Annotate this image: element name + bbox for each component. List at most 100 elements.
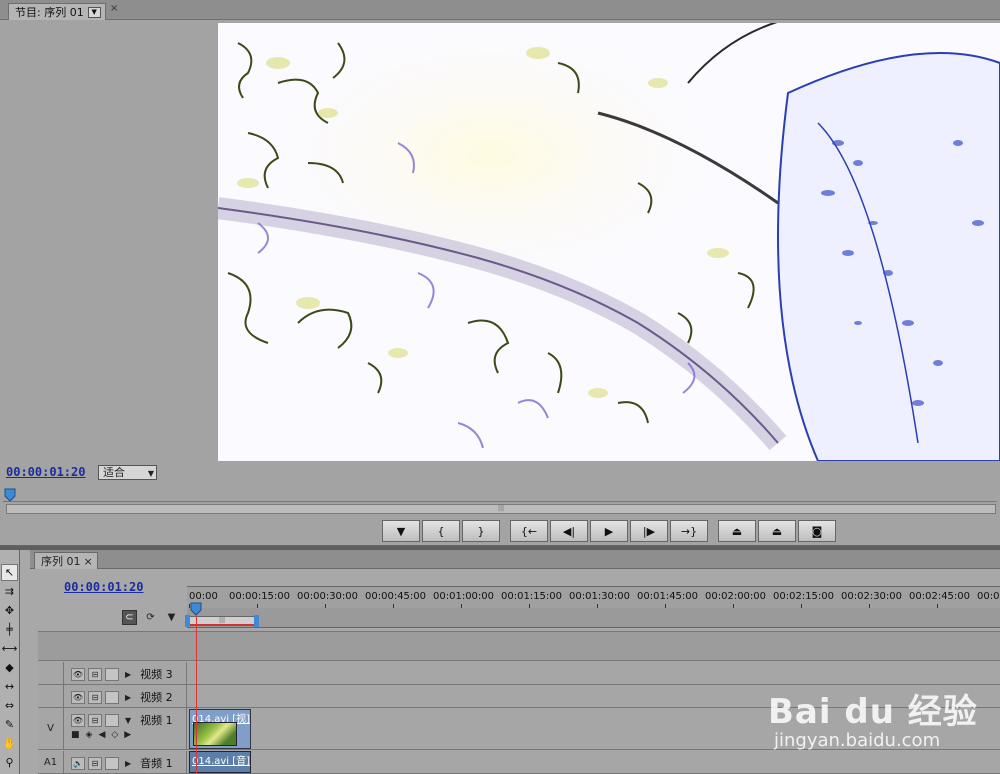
mark-in-button[interactable]: { [422,520,460,542]
ruler-label: 00:01:45:00 [637,591,699,602]
program-monitor-panel: 节目: 序列 01 ▼ × 00:00:01:20 适合 ▼ ||| ▼ {}… [0,0,1000,546]
sync-lock-icon[interactable]: ⊟ [88,667,102,681]
keyframe-controls: ■ ◈ ◀ ◇ ▶ [71,730,131,740]
close-icon[interactable]: × [84,555,93,568]
timeline-timecode[interactable]: 00:00:01:20 [64,580,143,594]
eye-icon[interactable]: 👁 [71,713,85,727]
play-button[interactable]: ▶ [590,520,628,542]
collapse-triangle-icon[interactable]: ▼ [125,716,131,725]
video-clip[interactable]: 014.avi [视] [189,709,251,749]
monitor-time-ruler[interactable] [3,486,997,502]
mark-out-button[interactable]: } [462,520,500,542]
baidu-watermark: Bai du 经验 jingyan.baidu.com [768,662,998,772]
program-video-frame [218,23,1000,461]
track-controls: 🔈 ⊟ ▶ 音频 1 [71,755,173,771]
step-forward-button[interactable]: |▶ [630,520,668,542]
extract-button[interactable]: ⏏ [758,520,796,542]
eye-icon[interactable]: 👁 [71,690,85,704]
ruler-label: 00:01:00:00 [433,591,495,602]
sync-lock-icon[interactable]: ⊟ [88,713,102,727]
ruler-label: 00:00 [189,591,218,602]
rate-stretch-tool-icon[interactable]: ⟷ [1,640,18,657]
timeline-empty-area [38,631,1000,661]
work-area-end-handle[interactable] [254,615,259,627]
go-to-out-button[interactable]: →} [670,520,708,542]
tab-sequence-01[interactable]: 序列 01 × [34,552,98,569]
pen-tool-icon[interactable]: ✎ [1,716,18,733]
tab-program-monitor[interactable]: 节目: 序列 01 ▼ [8,3,106,20]
snap-icon[interactable]: ⊂ [122,610,137,625]
expand-triangle-icon[interactable]: ▶ [125,759,131,768]
ruler-label: 00:01:15:00 [501,591,563,602]
lock-icon[interactable] [105,756,119,770]
zoom-level-value: 适合 [103,466,125,479]
step-back-icon: ◀| [562,524,576,538]
timeline-tabbar: 序列 01 × [30,550,1000,569]
track-controls: 👁 ⊟ ▼ 视频 1 [71,712,173,728]
monitor-playhead-icon[interactable] [4,488,16,502]
hand-tool-icon[interactable]: ✋ [1,735,18,752]
monitor-status-row: 00:00:01:20 适合 ▼ [0,462,1000,484]
zoom-tool-icon[interactable]: ⚲ [1,754,18,771]
lift-icon: ⏏ [731,524,743,538]
razor-tool-icon[interactable]: ◆ [1,659,18,676]
close-icon[interactable]: × [110,3,118,14]
ruler-label: 00:02:30:00 [841,591,903,602]
track-target-label[interactable]: A1 [38,751,64,773]
work-area-start-handle[interactable] [185,615,190,627]
timeline-playhead-icon[interactable] [190,602,202,616]
selection-tool-icon[interactable]: ↖ [1,564,18,581]
display-style-icon[interactable]: ■ [71,730,80,740]
track-name: 视频 2 [140,691,173,704]
chevron-down-icon: ▼ [147,469,154,478]
monitor-zoom-scrollbar[interactable]: ||| [6,504,996,514]
ruler-label: 00:00:45:00 [365,591,427,602]
zoom-level-select[interactable]: 适合 ▼ [98,465,157,480]
slip-tool-icon[interactable]: ↔ [1,678,18,695]
expand-triangle-icon[interactable]: ▶ [125,693,131,702]
audio-clip[interactable]: 014.avi [音] [189,751,251,773]
keyframe-toggle-icon[interactable]: ◈ [86,730,93,740]
lock-icon[interactable] [105,667,119,681]
lock-icon[interactable] [105,713,119,727]
rolling-edit-tool-icon[interactable]: ╪ [1,621,18,638]
track-target-label[interactable] [38,662,64,684]
playhead-timecode[interactable]: 00:00:01:20 [6,465,85,479]
track-controls: 👁 ⊟ ▶ 视频 2 [71,689,173,705]
expand-triangle-icon[interactable]: ▶ [125,670,131,679]
work-area-bar[interactable]: ||| [185,615,259,627]
watermark-logo-text: Bai du 经验 [768,692,978,732]
next-keyframe-icon[interactable]: ▶ [124,730,131,740]
ruler-label: 00:00:15:00 [229,591,291,602]
chevron-down-icon[interactable]: ▼ [87,6,101,18]
track-target-label[interactable] [38,685,64,707]
marker-icon: ▼ [396,524,406,538]
track-select-tool-icon[interactable]: ⇉ [1,583,18,600]
clip-thumbnail [193,722,237,746]
step-back-button[interactable]: ◀| [550,520,588,542]
lock-icon[interactable] [105,690,119,704]
eye-icon[interactable]: 👁 [71,667,85,681]
tools-panel: ↖ ⇉ ✥ ╪ ⟷ ◆ ↔ ⇔ ✎ ✋ ⚲ [0,550,20,774]
ruler-label: 00:01:30:00 [569,591,631,602]
tab-sequence-label: 序列 01 [41,555,81,568]
slide-tool-icon[interactable]: ⇔ [1,697,18,714]
lift-button[interactable]: ⏏ [718,520,756,542]
prev-keyframe-icon[interactable]: ◀ [98,730,105,740]
ripple-edit-tool-icon[interactable]: ✥ [1,602,18,619]
marker-button[interactable]: ▼ [382,520,420,542]
add-keyframe-icon[interactable]: ◇ [111,730,118,740]
sync-lock-icon[interactable]: ⊟ [88,756,102,770]
go-to-in-button[interactable]: {← [510,520,548,542]
link-selection-icon[interactable]: ⟳ [143,610,158,625]
program-monitor-tabbar: 节目: 序列 01 ▼ × [0,0,1000,20]
add-marker-icon[interactable]: ▼ [164,610,179,625]
speaker-icon[interactable]: 🔈 [71,756,85,770]
sync-lock-icon[interactable]: ⊟ [88,690,102,704]
track-target-label[interactable]: V [38,708,64,749]
timeline-ruler[interactable]: 00:00 00:00:15:00 00:00:30:00 00:00:45:0… [187,586,1000,609]
export-frame-button[interactable]: ◙ [798,520,836,542]
clip-name: 014.avi [音] [192,756,251,767]
track-header: 👁 ⊟ ▼ 视频 1 ■ ◈ ◀ ◇ ▶ [65,708,187,749]
track-header: 🔈 ⊟ ▶ 音频 1 [65,751,187,773]
